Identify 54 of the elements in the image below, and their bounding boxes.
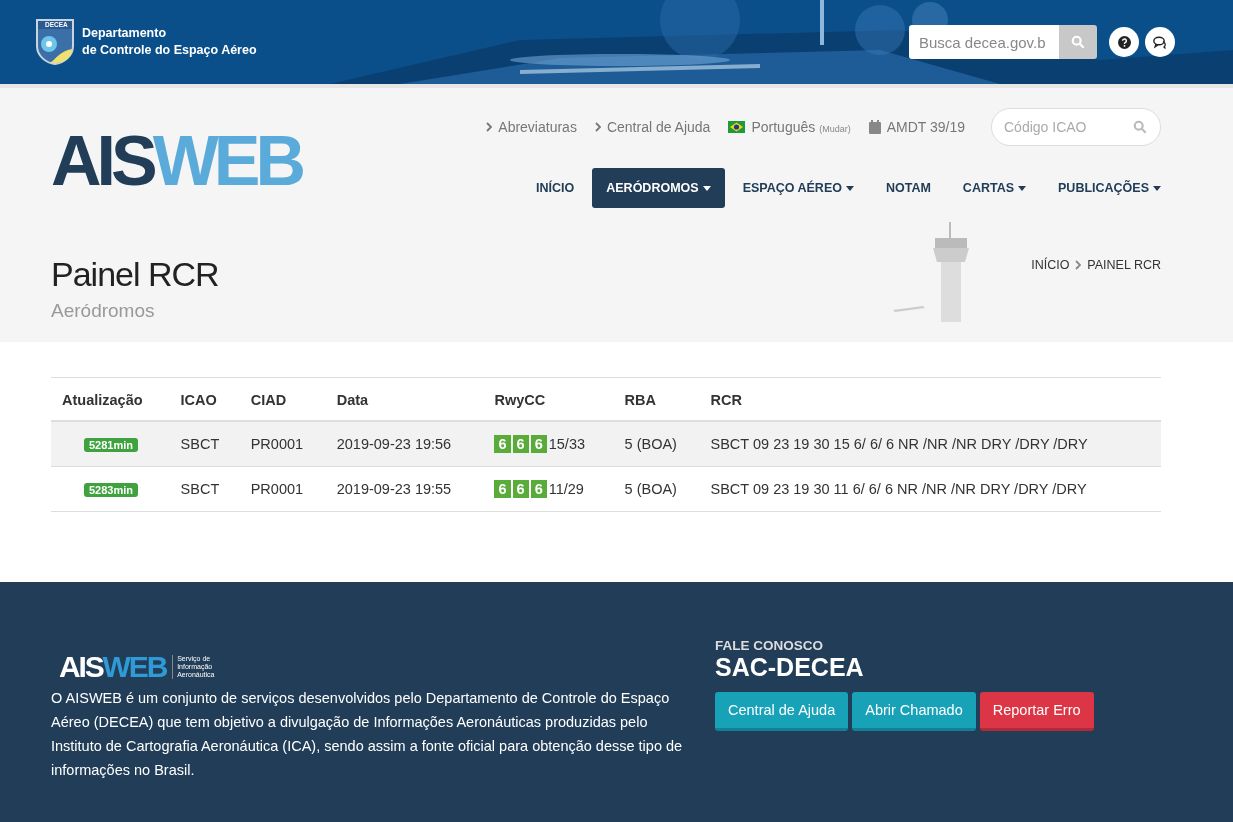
age-badge: 5283min [84,483,139,497]
nav-item[interactable]: AERÓDROMOS [592,168,725,208]
table-cell: 2019-09-23 19:56 [325,421,484,467]
contact-button[interactable]: Reportar Erro [979,692,1094,731]
runway-label: 11/29 [548,481,584,497]
flag-icon [728,121,746,133]
emblem-icon [36,19,74,65]
search-icon [1071,35,1085,49]
rwycc-badge: 6 [512,435,529,453]
table-cell: 5 (BOA) [613,466,700,512]
table-cell: 2019-09-23 19:55 [325,466,484,512]
icao-search-field[interactable]: Código ICAO [991,108,1161,146]
aisweb-logo: AISWEB [59,652,167,682]
page-subtitle: Aeródromos [51,300,156,322]
table-cell: PR0001 [239,421,326,467]
page-title: Painel RCR [51,255,219,294]
aisweb-logo: AISWEB [51,126,301,202]
contact-label: FALE CONOSCO [715,638,824,653]
rwycc-badge: 6 [530,480,547,498]
header-link[interactable]: AMDT 39/19 [868,119,965,135]
nav-item[interactable]: INÍCIO [522,168,589,208]
help-icon [1117,35,1131,49]
nav-item[interactable]: PUBLICAÇÕES [1044,168,1175,208]
age-badge: 5281min [84,438,139,452]
nav-item[interactable]: CARTAS [948,168,1040,208]
rwycc-badge: 6 [494,435,511,453]
header-link[interactable]: Abreviaturas [486,119,577,135]
table-cell: PR0001 [239,466,326,512]
header-link[interactable]: Português (Mudar) [728,119,851,135]
nav-item[interactable]: ESPAÇO AÉREO [728,168,868,208]
search-field[interactable]: Busca decea.gov.b [909,25,1059,59]
table-cell: SBCT 09 23 19 30 15 6/ 6/ 6 NR /NR /NR DRY /DRY /DRY [699,421,1161,467]
rwycc-badge: 6 [494,480,511,498]
chevron-icon [594,122,601,132]
org-name-line: de Controle do Espaço Aéreo [82,42,257,59]
header-link[interactable]: Central de Ajuda [594,119,711,135]
rwycc-badge: 6 [512,480,529,498]
chat-icon [1152,35,1168,49]
org-name-line: Departamento [82,25,168,42]
table-cell: SBCT [169,466,240,512]
search-icon [1133,120,1147,134]
runway-label: 15/33 [548,436,585,452]
contact-title: SAC-DECEA [715,653,865,682]
table-cell: 5 (BOA) [613,421,700,467]
nav-item[interactable]: NOTAM [871,168,945,208]
table-cell: SBCT 09 23 19 30 11 6/ 6/ 6 NR /NR /NR DRY /DRY /DRY [699,466,1161,512]
about-paragraph: O AISWEB é um conjunto de serviços desenvolvidos pelo Departamento de Controle do Espaço Aéreo (DECEA) que tem objetivo a divulgação de Informações Aeronáuticas produzidas pelo Instituto de Cartografia Aeronáutica (ICA), sendo assim a fonte oficial para obtenção desse tipo de informações no Brasil. [51,689,684,780]
breadcrumb-link[interactable]: INÍCIO [1031,258,1070,272]
rwycc-badge: 6 [530,435,547,453]
chevron-icon [486,122,493,132]
table-cell: SBCT [169,421,240,467]
calendar-icon [868,120,881,134]
chevron-icon [1075,260,1082,270]
breadcrumb-link[interactable]: PAINEL RCR [1087,258,1161,272]
